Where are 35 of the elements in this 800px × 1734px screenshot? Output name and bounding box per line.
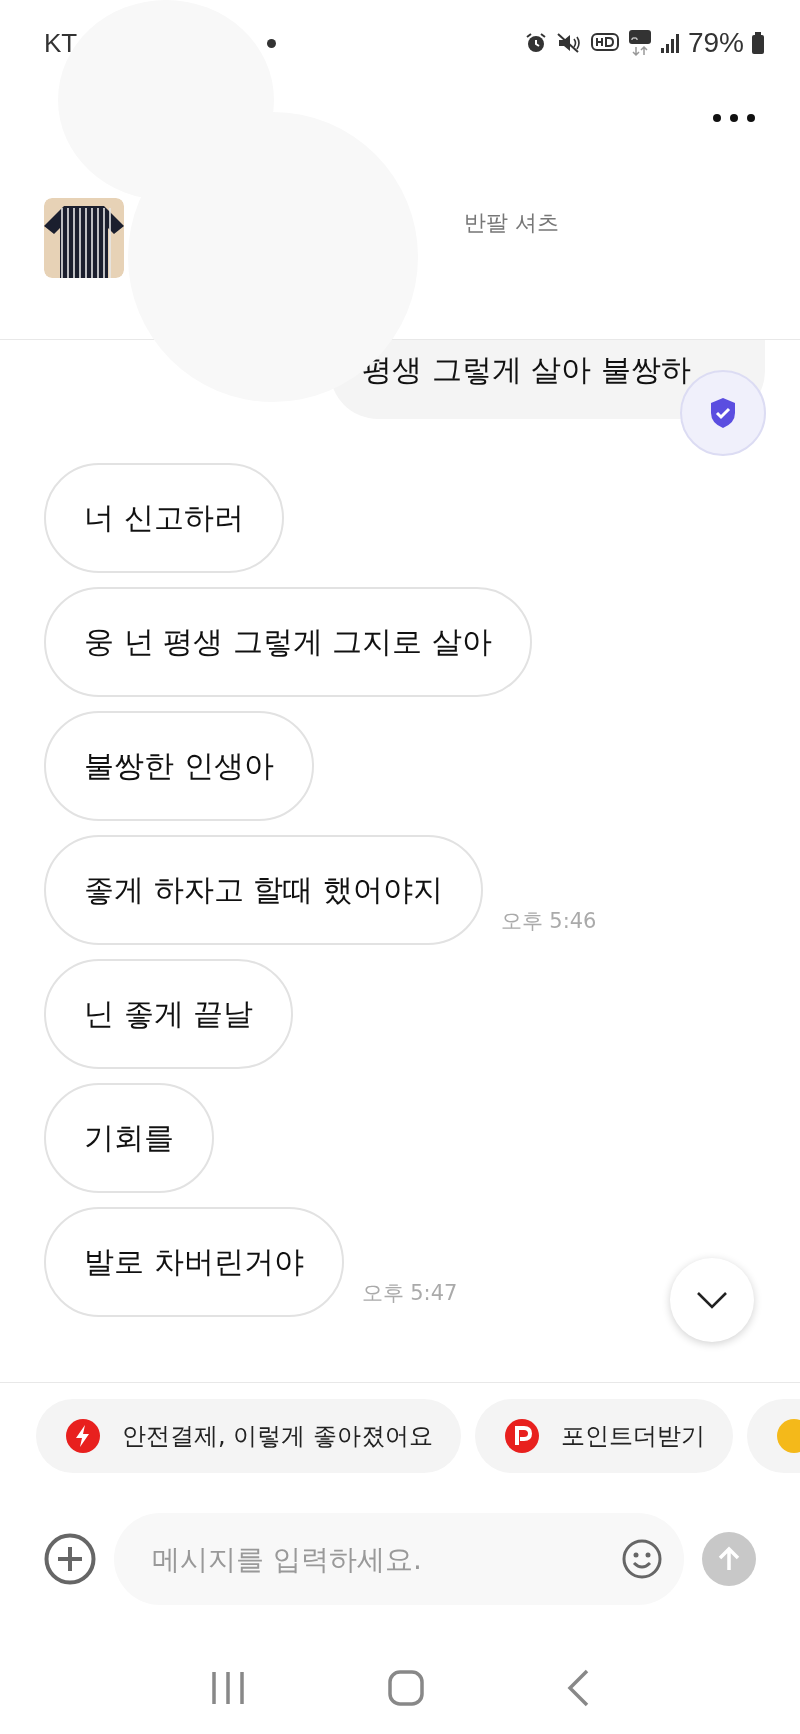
- more-dots-icon: [712, 113, 756, 123]
- received-message-bubble: 좋게 하자고 할때 했어야지: [44, 835, 483, 945]
- shield-check-icon: [708, 396, 738, 430]
- point-p-icon: [504, 1419, 539, 1453]
- product-thumbnail-drawing[interactable]: [44, 198, 124, 278]
- emoji-icon[interactable]: [622, 1539, 662, 1579]
- received-message-bubble: 웅 넌 평생 그렇게 그지로 살아: [44, 587, 532, 697]
- battery-percent: 79%: [687, 27, 744, 59]
- message-time: 오후 5:47: [361, 1280, 458, 1307]
- signal-icon: [659, 32, 680, 54]
- product-title: 반팔 셔츠: [464, 209, 559, 237]
- received-message-bubble: 너 신고하러: [44, 463, 284, 573]
- notification-dot-icon: [267, 38, 277, 48]
- received-message-bubble: 기회를: [44, 1083, 214, 1193]
- lightning-icon: [66, 1419, 100, 1453]
- home-icon[interactable]: [388, 1670, 424, 1706]
- mute-icon: [555, 31, 582, 55]
- plus-icon: [44, 1533, 96, 1585]
- received-message-bubble: 불쌍한 인생아: [44, 711, 314, 821]
- arrow-up-icon: [717, 1546, 741, 1572]
- message-input-box[interactable]: 메시지를 입력하세요.: [114, 1513, 684, 1605]
- received-message-bubble: 발로 차버린거야: [44, 1207, 344, 1317]
- network-5g-icon: [627, 29, 652, 57]
- back-icon[interactable]: [566, 1669, 589, 1707]
- message-input-field[interactable]: 메시지를 입력하세요.: [150, 1541, 622, 1577]
- shortcut-chip[interactable]: 포인트더받기: [474, 1399, 733, 1473]
- shortcut-chip[interactable]: 안전결제, 이렇게 좋아졌어요: [36, 1399, 461, 1473]
- battery-icon: [752, 31, 764, 55]
- received-message-bubble: 닌 좋게 끝날: [44, 959, 294, 1069]
- coin-icon: [776, 1419, 800, 1453]
- chevron-down-icon: [696, 1291, 728, 1309]
- recent-apps-icon[interactable]: [211, 1670, 246, 1706]
- message-time: 오후 5:46: [500, 908, 597, 935]
- add-attachment-button[interactable]: [44, 1533, 96, 1585]
- carrier-name: KT: [44, 27, 78, 59]
